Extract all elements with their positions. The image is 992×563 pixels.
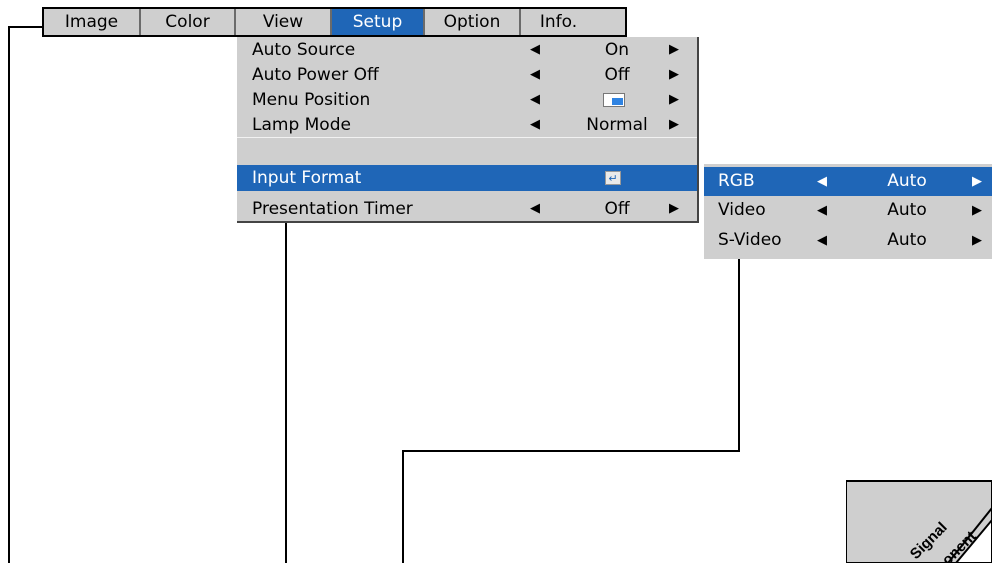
connector-line: [402, 450, 740, 452]
arrow-right-icon[interactable]: ▶: [669, 196, 679, 222]
connector-line: [285, 223, 287, 563]
menu-item-menu-position[interactable]: Menu Position ◀ ▶: [237, 87, 697, 113]
menu-item-label: Menu Position: [252, 90, 371, 110]
arrow-right-icon[interactable]: ▶: [669, 112, 679, 138]
menu-item-value: Off: [604, 199, 630, 219]
submenu-item-label: Video: [718, 200, 766, 220]
tab-setup[interactable]: Setup: [332, 9, 425, 35]
menu-item-lamp-mode[interactable]: Lamp Mode ◀ Normal ▶: [237, 112, 697, 138]
menu-item-label: Input Format: [252, 168, 362, 188]
submenu-item-label: RGB: [718, 171, 755, 191]
menu-item-input-format[interactable]: Input Format ↵: [237, 165, 697, 191]
tab-info[interactable]: Info.: [521, 9, 596, 35]
menu-item-label: Auto Source: [252, 40, 356, 60]
connector-line: [738, 259, 740, 451]
arrow-right-icon[interactable]: ▶: [972, 167, 982, 196]
arrow-right-icon[interactable]: ▶: [972, 226, 982, 255]
arrow-left-icon[interactable]: ◀: [817, 226, 827, 255]
input-format-submenu: RGB ◀ Auto ▶ Video ◀ Auto ▶ S-Video ◀ Au…: [704, 164, 992, 259]
menu-item-label: Lamp Mode: [252, 115, 351, 135]
tab-image[interactable]: Image: [44, 9, 141, 35]
arrow-left-icon[interactable]: ◀: [530, 196, 540, 222]
connector-line: [402, 450, 404, 563]
submenu-item-value: Auto: [887, 200, 927, 220]
tab-color[interactable]: Color: [141, 9, 236, 35]
tab-view[interactable]: View: [236, 9, 332, 35]
submenu-item-value: Auto: [887, 230, 927, 250]
arrow-left-icon[interactable]: ◀: [530, 87, 540, 113]
submenu-item-rgb[interactable]: RGB ◀ Auto ▶: [704, 167, 992, 196]
arrow-left-icon[interactable]: ◀: [530, 62, 540, 88]
signal-component-header: Signal onent: [846, 480, 992, 563]
submenu-item-video[interactable]: Video ◀ Auto ▶: [704, 196, 992, 225]
connector-line: [8, 26, 42, 28]
setup-dropdown: Auto Source ◀ On ▶ Auto Power Off ◀ Off …: [237, 37, 699, 223]
submenu-item-s-video[interactable]: S-Video ◀ Auto ▶: [704, 226, 992, 255]
menu-item-value: On: [604, 40, 630, 60]
arrow-left-icon[interactable]: ◀: [530, 112, 540, 138]
enter-icon[interactable]: ↵: [605, 171, 621, 185]
arrow-right-icon[interactable]: ▶: [669, 37, 679, 63]
menu-position-icon: [603, 93, 625, 107]
tab-option[interactable]: Option: [425, 9, 521, 35]
arrow-right-icon[interactable]: ▶: [669, 87, 679, 113]
arrow-left-icon[interactable]: ◀: [817, 167, 827, 196]
menu-item-label: Auto Power Off: [252, 65, 379, 85]
menu-item-auto-source[interactable]: Auto Source ◀ On ▶: [237, 37, 697, 63]
arrow-left-icon[interactable]: ◀: [530, 37, 540, 63]
menu-item-value: Normal: [586, 115, 648, 135]
menu-bar: Image Color View Setup Option Info.: [42, 7, 627, 37]
menu-item-presentation-timer[interactable]: Presentation Timer ◀ Off ▶: [237, 196, 697, 222]
submenu-item-value: Auto: [887, 171, 927, 191]
submenu-item-label: S-Video: [718, 230, 782, 250]
connector-line: [8, 26, 10, 563]
menu-item-label: Presentation Timer: [252, 199, 413, 219]
menu-item-auto-power-off[interactable]: Auto Power Off ◀ Off ▶: [237, 62, 697, 88]
menu-item-value: Off: [604, 65, 630, 85]
arrow-right-icon[interactable]: ▶: [669, 62, 679, 88]
arrow-right-icon[interactable]: ▶: [972, 196, 982, 225]
arrow-left-icon[interactable]: ◀: [817, 196, 827, 225]
